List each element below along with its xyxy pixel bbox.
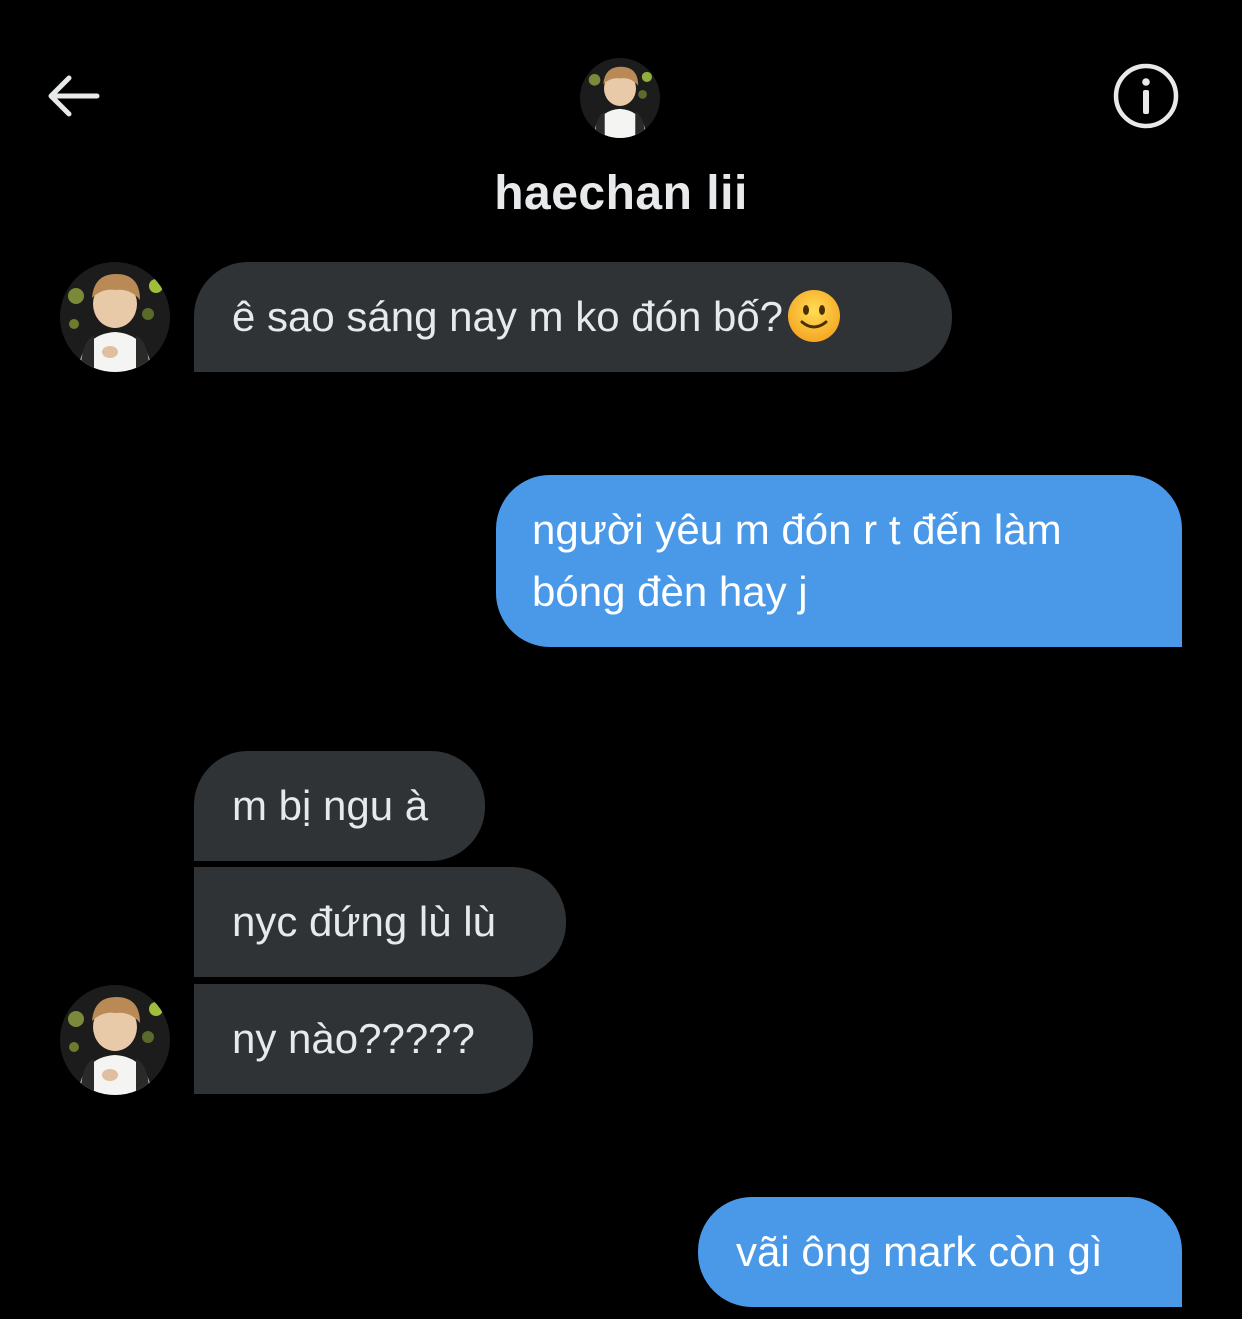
message-text-line: người yêu m đón r t đến làm [532,506,1062,553]
avatar-image [60,985,170,1095]
contact-avatar-header[interactable] [580,58,660,138]
contact-name[interactable]: haechan lii [0,166,1242,221]
info-circle-icon [1113,63,1179,129]
message-text: ê sao sáng nay m ko đón bố? [232,293,784,340]
message-text: vãi ông mark còn gì [736,1228,1103,1275]
message-bubble-incoming[interactable]: ny nào????? [194,984,533,1094]
conversation-info-button[interactable] [1112,62,1180,130]
message-bubble-outgoing[interactable]: người yêu m đón r t đến làm bóng đèn hay… [496,475,1182,647]
contact-avatar[interactable] [60,262,170,372]
contact-avatar[interactable] [60,985,170,1095]
message-text-line: bóng đèn hay j [532,568,808,615]
dm-conversation-screen: haechan lii ê sao sáng nay m ko đón bố? [0,0,1242,1319]
slightly-smiling-face-icon [788,289,841,342]
message-text: m bị ngu à [232,782,429,829]
message-text: ny nào????? [232,1015,475,1062]
message-text: nyc đứng lù lù [232,898,496,945]
back-button[interactable] [40,68,106,124]
message-bubble-incoming[interactable]: m bị ngu à [194,751,485,861]
avatar-image [60,262,170,372]
avatar-image [580,58,660,138]
arrow-left-icon [48,75,100,117]
message-bubble-incoming[interactable]: nyc đứng lù lù [194,867,566,977]
message-bubble-incoming[interactable]: ê sao sáng nay m ko đón bố? [194,262,952,372]
message-bubble-outgoing[interactable]: vãi ông mark còn gì [698,1197,1182,1307]
